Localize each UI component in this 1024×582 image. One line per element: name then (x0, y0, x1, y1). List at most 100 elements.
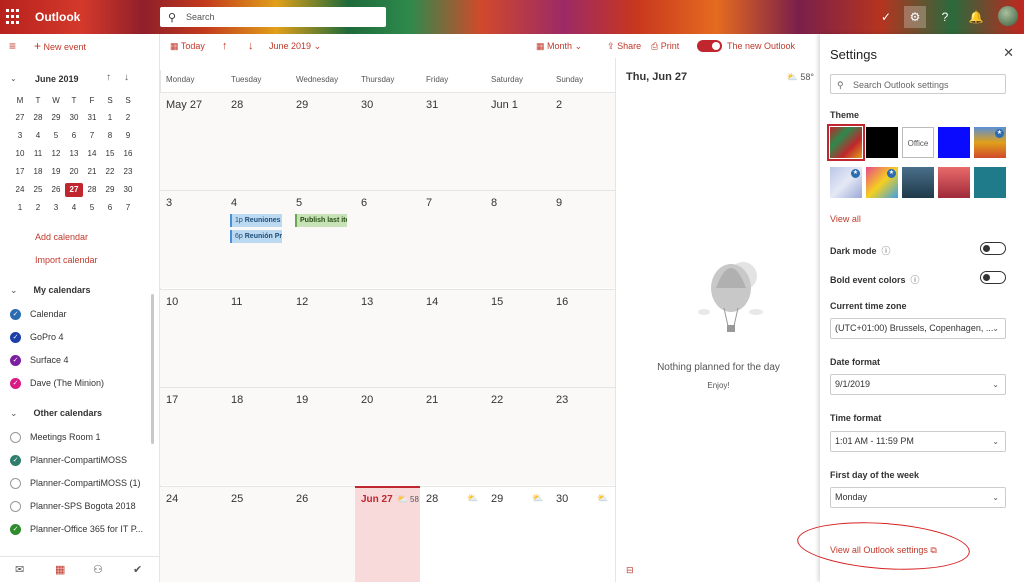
day-cell[interactable]: 3 (160, 190, 225, 288)
day-cell[interactable]: Jun 1 (485, 92, 550, 190)
calendar-list-item[interactable]: ✓ Calendar (10, 308, 67, 322)
day-cell-today[interactable]: Jun 27 ⛅ 58 (355, 486, 420, 582)
day-cell[interactable]: 16 (550, 289, 615, 387)
day-cell[interactable]: 31 (420, 92, 485, 190)
day-cell[interactable]: 11 (225, 289, 290, 387)
day-cell[interactable]: May 27 (160, 92, 225, 190)
collapse-chevron-icon[interactable]: ⌄ (10, 74, 17, 83)
theme-swatch-red[interactable] (827, 124, 865, 161)
left-nav-scrollbar[interactable] (151, 294, 154, 444)
day-cell[interactable]: 9 (550, 190, 615, 288)
theme-swatch-mountain[interactable] (902, 167, 934, 198)
theme-swatch-lavender[interactable]: ★ (830, 167, 862, 198)
day-cell[interactable]: 6 (355, 190, 420, 288)
day-cell[interactable]: 2 (550, 92, 615, 190)
mini-day[interactable]: 24 (11, 183, 29, 197)
mini-day[interactable]: 28 (83, 183, 101, 197)
mini-day[interactable]: 5 (83, 201, 101, 215)
mail-icon[interactable]: ✉ (15, 563, 24, 576)
mini-day[interactable]: 9 (119, 129, 137, 143)
prev-month-arrow-icon[interactable]: ↑ (106, 72, 111, 83)
day-cell[interactable]: 28 (225, 92, 290, 190)
info-icon[interactable]: ⓘ (882, 244, 891, 257)
theme-swatch-blue[interactable] (938, 127, 970, 158)
mini-day[interactable]: 22 (101, 165, 119, 179)
app-launcher-icon[interactable] (6, 9, 22, 25)
people-icon[interactable]: ⚇ (93, 563, 103, 576)
day-cell[interactable]: 5 (290, 190, 355, 288)
calendar-list-item[interactable]: ✓ GoPro 4 (10, 331, 64, 345)
calendar-list-item[interactable]: Meetings Room 1 (10, 431, 101, 445)
day-cell[interactable]: 26 (290, 486, 355, 582)
settings-gear-icon[interactable]: ⚙ (904, 6, 926, 28)
mini-day[interactable]: 14 (83, 147, 101, 161)
first-day-select[interactable]: Monday ⌄ (830, 487, 1006, 508)
new-event-button[interactable]: + New event (34, 34, 86, 58)
checked-circle-icon[interactable]: ✓ (10, 332, 21, 344)
close-icon[interactable]: ✕ (1003, 45, 1014, 61)
mini-day[interactable]: 17 (11, 165, 29, 179)
help-icon[interactable]: ? (934, 6, 956, 28)
theme-swatch-colorful[interactable]: ★ (866, 167, 898, 198)
mini-day[interactable]: 10 (11, 147, 29, 161)
checked-circle-icon[interactable]: ✓ (10, 355, 21, 367)
day-cell[interactable]: 30 (355, 92, 420, 190)
calendar-list-item[interactable]: ✓ Planner-CompartiMOSS (10, 454, 127, 468)
bold-colors-toggle[interactable] (980, 271, 1006, 284)
calendar-event[interactable]: Publish last ite (295, 214, 347, 227)
calendar-icon[interactable]: ▦ (55, 563, 65, 576)
day-cell[interactable]: 24 (160, 486, 225, 582)
day-cell[interactable]: 8 (485, 190, 550, 288)
mini-day[interactable]: 3 (47, 201, 65, 215)
my-day-icon[interactable]: ✓ (875, 6, 897, 28)
new-outlook-toggle[interactable] (697, 40, 722, 52)
day-cell[interactable]: 14 (420, 289, 485, 387)
today-button[interactable]: ▦ Today (170, 34, 205, 58)
mini-day[interactable]: 28 (29, 111, 47, 125)
my-calendars-header[interactable]: ⌄ My calendars (10, 285, 91, 296)
mini-day[interactable]: 26 (47, 183, 65, 197)
empty-circle-icon[interactable] (10, 432, 21, 444)
other-calendars-header[interactable]: ⌄ Other calendars (10, 408, 102, 419)
day-cell[interactable]: 21 (420, 387, 485, 485)
day-cell[interactable]: 15 (485, 289, 550, 387)
mini-day[interactable]: 29 (101, 183, 119, 197)
brand-title[interactable]: Outlook (35, 10, 80, 24)
day-cell[interactable]: 13 (355, 289, 420, 387)
mini-day[interactable]: 5 (47, 129, 65, 143)
mini-day[interactable]: 12 (47, 147, 65, 161)
mini-day[interactable]: 27 (11, 111, 29, 125)
mini-day[interactable]: 8 (101, 129, 119, 143)
checked-circle-icon[interactable]: ✓ (10, 309, 21, 321)
mini-day[interactable]: 3 (11, 129, 29, 143)
hamburger-menu-icon[interactable]: ≡ (9, 34, 16, 58)
calendar-list-item[interactable]: ✓ Dave (The Minion) (10, 377, 104, 391)
day-cell[interactable]: 18 (225, 387, 290, 485)
theme-swatch-circuit[interactable] (974, 167, 1006, 198)
calendar-list-item[interactable]: ✓ Surface 4 (10, 354, 69, 368)
next-month-arrow-icon[interactable]: ↓ (124, 72, 129, 83)
mini-day[interactable]: 21 (83, 165, 101, 179)
mini-day[interactable]: 1 (11, 201, 29, 215)
mini-day[interactable]: 7 (119, 201, 137, 215)
empty-circle-icon[interactable] (10, 478, 21, 490)
mini-day-today[interactable]: 27 (65, 183, 83, 197)
day-cell[interactable]: 10 (160, 289, 225, 387)
theme-swatch-office[interactable]: Office (902, 127, 934, 158)
bell-icon[interactable]: 🔔 (965, 6, 987, 28)
calendar-event[interactable]: 6p Reunión Pr (230, 230, 282, 243)
settings-search-input[interactable]: ⚲ Search Outlook settings (830, 74, 1006, 94)
day-cell[interactable]: 29 (290, 92, 355, 190)
mini-day[interactable]: 30 (119, 183, 137, 197)
day-cell[interactable]: 12 (290, 289, 355, 387)
mini-day[interactable]: 16 (119, 147, 137, 161)
empty-circle-icon[interactable] (10, 501, 21, 513)
mini-day[interactable]: 2 (119, 111, 137, 125)
avatar[interactable] (998, 6, 1018, 26)
mini-day[interactable]: 11 (29, 147, 47, 161)
print-button[interactable]: ⎙ Print (651, 34, 679, 58)
calendar-list-item[interactable]: Planner-SPS Bogota 2018 (10, 500, 136, 514)
day-cell[interactable]: 7 (420, 190, 485, 288)
day-cell[interactable]: 29 ⛅ (485, 486, 550, 582)
view-all-themes-link[interactable]: View all (830, 214, 861, 224)
